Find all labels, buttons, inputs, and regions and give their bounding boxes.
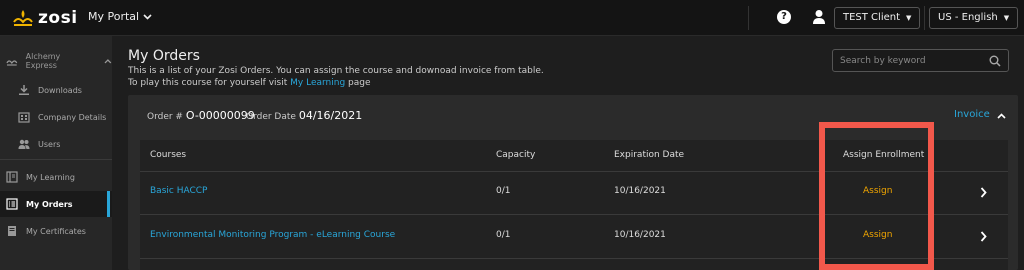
expiration-value: 10/16/2021: [614, 230, 666, 240]
sidebar-item-label: My Certificates: [26, 226, 86, 236]
sidebar-item-my-learning[interactable]: My Learning: [0, 164, 112, 190]
invoice-link[interactable]: Invoice: [954, 109, 990, 120]
search-box[interactable]: [832, 49, 1009, 72]
sidebar-divider: [0, 159, 112, 160]
book-icon: [6, 171, 18, 183]
search-input[interactable]: [840, 54, 980, 67]
order-date-value: 04/16/2021: [298, 109, 363, 122]
sidebar-item-company-details[interactable]: Company Details: [0, 104, 112, 130]
alchemy-icon: [6, 60, 18, 66]
sidebar-item-label: Company Details: [38, 112, 107, 122]
building-icon: [18, 112, 30, 123]
column-header-capacity: Capacity: [496, 150, 536, 160]
sidebar-item-label: My Learning: [26, 172, 75, 182]
chevron-up-icon: [104, 58, 112, 63]
order-date: Order Date 04/16/2021: [246, 109, 362, 122]
download-icon: [19, 85, 29, 95]
column-header-courses: Courses: [150, 150, 187, 160]
highlight-box: [819, 122, 934, 270]
column-header-expiration-date: Expiration Date: [614, 150, 685, 160]
course-link[interactable]: Environmental Monitoring Program - eLear…: [150, 230, 395, 240]
page-subtitle: This is a list of your Zosi Orders. You …: [128, 66, 544, 76]
language-label: US - English: [938, 12, 998, 23]
divider: [924, 6, 925, 30]
logo-icon: [13, 10, 33, 26]
sidebar-item-label: Users: [38, 139, 61, 149]
chevron-right-icon[interactable]: [980, 187, 987, 198]
my-learning-link[interactable]: My Learning: [290, 78, 345, 88]
logo-text: zosi: [38, 8, 78, 28]
portal-menu[interactable]: My Portal: [88, 10, 152, 23]
divider: [748, 6, 749, 30]
zosi-logo[interactable]: zosi: [12, 8, 78, 28]
page-subtitle-line2: To play this course for yourself visit M…: [128, 78, 371, 88]
capacity-value: 0/1: [496, 230, 511, 240]
user-icon[interactable]: [812, 9, 826, 25]
active-indicator: [107, 191, 110, 217]
sidebar: Alchemy Express Downloads Company Detail…: [0, 36, 112, 270]
language-dropdown[interactable]: US - English ▼: [929, 7, 1019, 29]
sidebar-item-label: My Orders: [26, 199, 73, 209]
list-icon: [6, 198, 18, 210]
sidebar-group-label: Alchemy Express: [25, 52, 61, 70]
caret-down-icon: ▼: [1003, 14, 1010, 22]
expiration-value: 10/16/2021: [614, 186, 666, 196]
order-number-value: O-00000099: [185, 109, 255, 122]
chevron-up-icon[interactable]: [997, 113, 1006, 119]
portal-label: My Portal: [88, 10, 140, 23]
capacity-value: 0/1: [496, 186, 511, 196]
sidebar-item-downloads[interactable]: Downloads: [0, 77, 112, 103]
sidebar-item-users[interactable]: Users: [0, 131, 112, 157]
sidebar-item-label: Downloads: [38, 85, 82, 95]
subtitle-suffix: page: [348, 78, 371, 88]
chevron-down-icon: [143, 13, 152, 20]
search-icon[interactable]: [989, 55, 1001, 67]
course-link[interactable]: Basic HACCP: [150, 186, 207, 196]
order-number: Order # O-00000099: [147, 109, 255, 122]
top-bar: zosi My Portal ? TEST Client ▼ US - Engli…: [0, 0, 1024, 36]
sidebar-item-my-certificates[interactable]: My Certificates: [0, 218, 112, 244]
subtitle-prefix: To play this course for yourself visit: [128, 78, 288, 88]
page-title: My Orders: [128, 48, 200, 64]
account-label: TEST Client: [843, 12, 901, 23]
order-date-label: Order Date: [246, 112, 296, 122]
sidebar-group-alchemy-express[interactable]: Alchemy Express: [0, 48, 112, 74]
chevron-right-icon[interactable]: [980, 231, 987, 242]
order-number-label: Order #: [147, 112, 183, 122]
help-icon[interactable]: ?: [777, 10, 791, 24]
certificate-icon: [8, 226, 16, 236]
sidebar-item-my-orders[interactable]: My Orders: [0, 191, 112, 217]
account-dropdown[interactable]: TEST Client ▼: [834, 7, 921, 29]
users-icon: [18, 139, 30, 149]
caret-down-icon: ▼: [906, 14, 912, 22]
